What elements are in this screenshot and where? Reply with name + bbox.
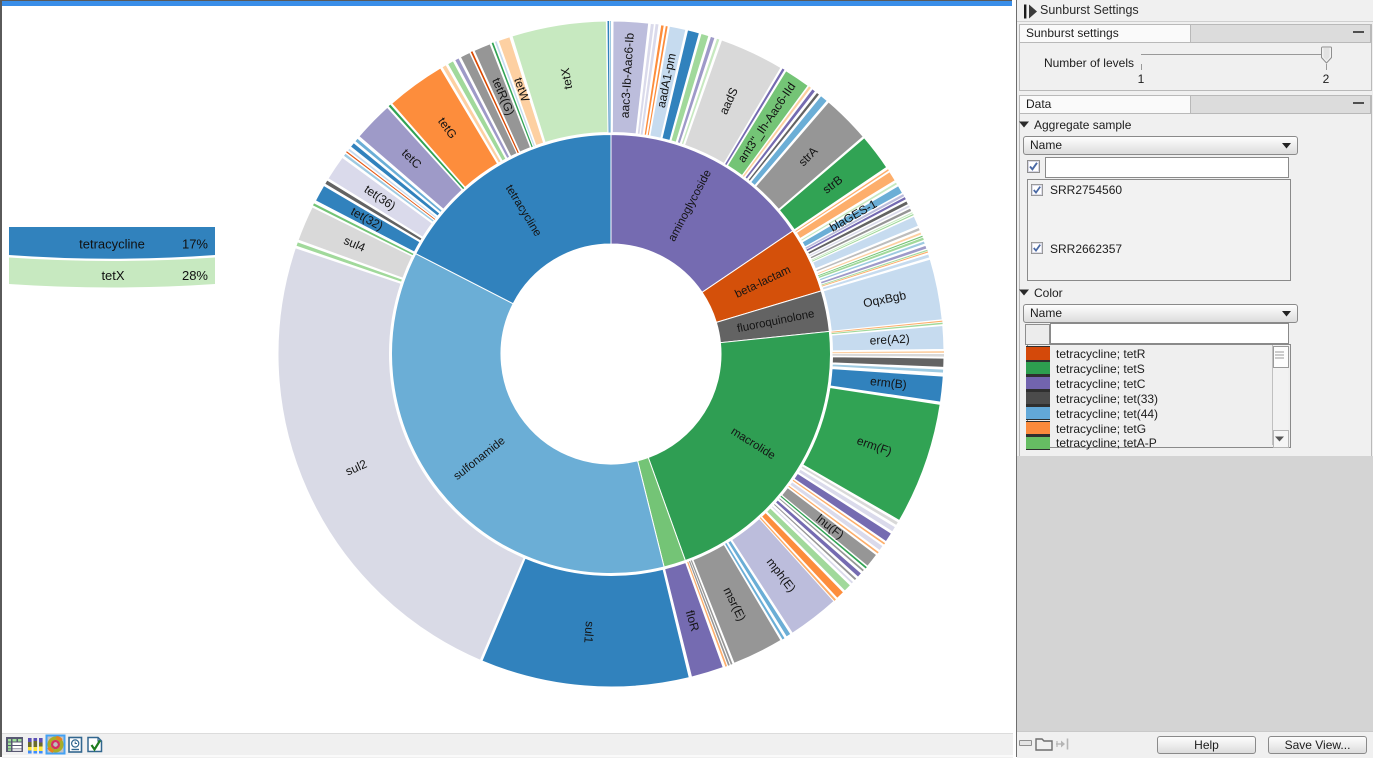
svg-text:28%: 28% xyxy=(182,268,208,283)
svg-text:tetracycline: tetracycline xyxy=(79,237,145,252)
svg-text:17%: 17% xyxy=(182,237,208,252)
svg-text:ere(A2): ere(A2) xyxy=(869,332,910,348)
svg-text:sul1: sul1 xyxy=(581,621,597,644)
svg-text:tetX: tetX xyxy=(101,268,124,283)
